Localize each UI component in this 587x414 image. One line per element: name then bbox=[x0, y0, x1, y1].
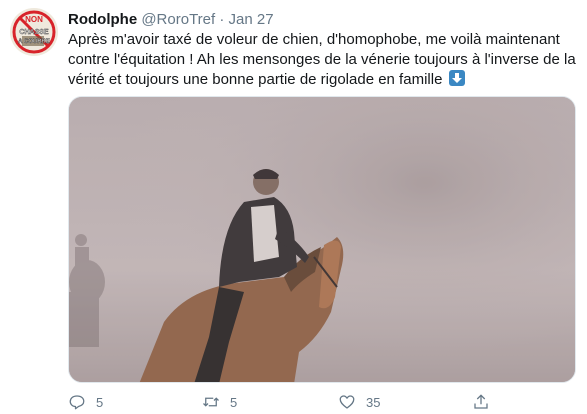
like-count: 35 bbox=[366, 394, 381, 410]
tweet-photo[interactable] bbox=[68, 96, 576, 383]
tweet-header: Rodolphe @RoroTref · Jan 27 bbox=[68, 10, 274, 29]
author-handle[interactable]: @RoroTref bbox=[141, 11, 215, 28]
avatar-image: NON CHASSE A COURRE bbox=[10, 8, 58, 56]
retweet-button[interactable]: 5 bbox=[202, 392, 237, 412]
tweet-text: Après m'avoir taxé de voleur de chien, d… bbox=[68, 30, 578, 90]
like-button[interactable]: 35 bbox=[338, 392, 380, 412]
separator-dot: · bbox=[219, 11, 225, 28]
tweet-actions: 5 5 35 bbox=[68, 392, 548, 412]
avatar-text-line3: A COURRE bbox=[18, 39, 50, 45]
author-name[interactable]: Rodolphe bbox=[68, 11, 137, 28]
down-arrow-emoji-icon bbox=[448, 70, 465, 86]
retweet-icon bbox=[203, 397, 219, 407]
avatar-text-line2: CHASSE bbox=[19, 29, 49, 36]
avatar[interactable]: NON CHASSE A COURRE bbox=[10, 8, 58, 56]
tweet-body: Après m'avoir taxé de voleur de chien, d… bbox=[68, 31, 576, 88]
heart-icon bbox=[339, 395, 355, 409]
avatar-text-line1: NON bbox=[25, 15, 43, 24]
reply-icon bbox=[69, 395, 85, 410]
tweet[interactable]: NON CHASSE A COURRE Rodolphe @RoroTref ·… bbox=[0, 0, 587, 414]
share-button[interactable] bbox=[472, 392, 500, 412]
reply-button[interactable]: 5 bbox=[68, 392, 103, 412]
tweet-date[interactable]: Jan 27 bbox=[229, 11, 274, 28]
photo-horse-rider-in-fog bbox=[69, 97, 575, 382]
share-icon bbox=[474, 394, 488, 409]
retweet-count: 5 bbox=[230, 394, 238, 410]
reply-count: 5 bbox=[96, 394, 104, 410]
